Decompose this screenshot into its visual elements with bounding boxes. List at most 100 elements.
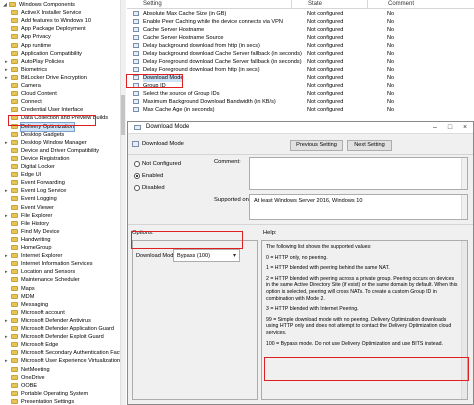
tree-item[interactable]: Internet Information Services <box>0 260 126 268</box>
tree-item[interactable]: Maps <box>0 285 126 293</box>
tree-item[interactable]: OneDrive <box>0 374 126 382</box>
setting-row[interactable]: Delay background download Cache Server f… <box>133 50 473 58</box>
expand-arrow-icon[interactable]: ▸ <box>5 188 8 194</box>
tree-item[interactable]: App Package Deployment <box>0 25 126 33</box>
download-mode-dropdown[interactable]: Bypass (100) ▾ <box>173 249 240 262</box>
chevron-down-icon[interactable]: ▾ <box>233 252 236 259</box>
setting-row[interactable]: Maximum Background Download Bandwidth (i… <box>133 98 473 106</box>
setting-row[interactable]: Cache Server Hostname Not configured No <box>133 26 473 34</box>
tree-item[interactable]: App runtime <box>0 42 126 50</box>
comment-scrollbar[interactable] <box>461 158 467 189</box>
radio-enabled[interactable] <box>134 173 140 179</box>
tree-item[interactable]: App Privacy <box>0 33 126 41</box>
setting-name: Cache Server Hostname <box>143 27 205 33</box>
setting-row[interactable]: Select the source of Group IDs Not config… <box>133 90 473 98</box>
previous-setting-button[interactable]: Previous Setting <box>290 140 343 151</box>
tree-item[interactable]: MDM <box>0 293 126 301</box>
tree-item[interactable]: Digital Locker <box>0 163 126 171</box>
tree-item[interactable]: Event Forwarding <box>0 179 126 187</box>
tree-item[interactable]: Application Compatibility <box>0 50 126 58</box>
radio-not-configured[interactable] <box>134 161 140 167</box>
tree-item[interactable]: Edge UI <box>0 171 126 179</box>
tree-item[interactable]: Event Viewer <box>0 204 126 212</box>
tree-item[interactable]: Maintenance Scheduler <box>0 276 126 284</box>
tree-item[interactable]: ◢ Windows Components <box>0 1 126 9</box>
expand-arrow-icon[interactable]: ▸ <box>5 318 8 324</box>
help-scrollbar[interactable] <box>461 241 467 399</box>
tree-item[interactable]: Microsoft Defender Application Guard <box>0 325 126 333</box>
tree-item[interactable]: Connect <box>0 98 126 106</box>
expand-arrow-icon[interactable]: ▸ <box>5 334 8 340</box>
tree-item[interactable]: Delivery Optimization <box>0 121 126 132</box>
tree-item[interactable]: Credential User Interface <box>0 106 126 114</box>
tree-item[interactable]: Data Collection and Preview Builds <box>0 114 126 122</box>
setting-row[interactable]: Max Cache Age (in seconds) Not configured… <box>133 106 473 114</box>
tree-item[interactable]: Desktop Gadgets <box>0 131 126 139</box>
expand-arrow-icon[interactable]: ▸ <box>5 59 8 65</box>
comment-textarea[interactable] <box>249 157 468 190</box>
tree-item-label: File History <box>21 220 49 227</box>
tree-item[interactable]: Add features to Windows 10 <box>0 17 126 25</box>
expand-arrow-icon[interactable]: ▸ <box>5 269 8 275</box>
tree-item[interactable]: Device Registration <box>0 155 126 163</box>
supported-scrollbar[interactable] <box>461 195 467 219</box>
expand-arrow-icon[interactable]: ▸ <box>5 75 8 81</box>
tree-item[interactable]: ActiveX Installer Service <box>0 9 126 17</box>
column-header-comment[interactable]: Comment <box>367 0 474 9</box>
tree-item[interactable]: Microsoft account <box>0 309 126 317</box>
expand-arrow-icon[interactable]: ▸ <box>5 213 8 219</box>
tree-item[interactable]: Event Logging <box>0 195 126 203</box>
tree-item[interactable]: ▸ Microsoft Defender Exploit Guard <box>0 333 126 341</box>
policy-icon <box>133 51 139 56</box>
tree-item[interactable]: Find My Device <box>0 228 126 236</box>
close-icon[interactable]: × <box>458 123 472 132</box>
setting-row[interactable]: Enable Peer Caching while the device con… <box>133 18 473 26</box>
tree-item[interactable]: Messaging <box>0 301 126 309</box>
tree-scrollbar-thumb[interactable] <box>121 95 125 135</box>
setting-row[interactable]: Absolute Max Cache Size (in GB) Not confi… <box>133 10 473 18</box>
tree-item[interactable]: ▸ Microsoft Defender Antivirus <box>0 317 126 325</box>
setting-row[interactable]: Download Mode Not configured No <box>133 74 473 82</box>
tree-item[interactable]: HomeGroup <box>0 244 126 252</box>
expand-arrow-icon[interactable]: ▸ <box>5 253 8 259</box>
tree-item[interactable]: Device and Driver Compatibility <box>0 147 126 155</box>
tree-item[interactable]: Camera <box>0 82 126 90</box>
tree-item[interactable]: ▸ Desktop Window Manager <box>0 139 126 147</box>
tree-item[interactable]: ▸ AutoPlay Policies <box>0 58 126 66</box>
tree-item[interactable]: Presentation Settings <box>0 398 126 405</box>
column-header-state[interactable]: State <box>291 0 367 9</box>
tree-item[interactable]: ▸ File Explorer <box>0 212 126 220</box>
minimize-icon[interactable]: – <box>428 123 442 132</box>
radio-disabled[interactable] <box>134 185 140 191</box>
tree-item[interactable]: ▸ Event Log Service <box>0 187 126 195</box>
tree-item-label: Application Compatibility <box>21 50 82 57</box>
column-header-setting[interactable]: Setting <box>127 0 291 9</box>
setting-row[interactable]: Delay Foreground download Cache Server f… <box>133 58 473 66</box>
setting-row[interactable]: Group ID Not configured No <box>133 82 473 90</box>
tree-item-label: App Privacy <box>21 34 51 41</box>
tree-item[interactable]: ▸ Biometrics <box>0 66 126 74</box>
tree-item[interactable]: Cloud Content <box>0 90 126 98</box>
expand-arrow-icon[interactable]: ▸ <box>5 140 8 146</box>
tree-item[interactable]: Handwriting <box>0 236 126 244</box>
tree-item[interactable]: File History <box>0 220 126 228</box>
tree-item[interactable]: ▸ Microsoft User Experience Virtualizatio… <box>0 357 126 365</box>
tree-item[interactable]: Microsoft Edge <box>0 341 126 349</box>
setting-row[interactable]: Delay Foreground download from http (in … <box>133 66 473 74</box>
expand-arrow-icon[interactable]: ▸ <box>5 67 8 73</box>
tree-item[interactable]: NetMeeting <box>0 366 126 374</box>
tree-item[interactable]: Microsoft Secondary Authentication Facto <box>0 349 126 357</box>
maximize-icon[interactable]: □ <box>443 123 457 132</box>
tree-item[interactable]: ▸ Location and Sensors <box>0 268 126 276</box>
tree-item[interactable]: OOBE <box>0 382 126 390</box>
tree-item[interactable]: ▸ BitLocker Drive Encryption <box>0 74 126 82</box>
tree-scrollbar[interactable] <box>120 0 126 405</box>
expand-arrow-icon[interactable]: ◢ <box>3 2 7 8</box>
setting-row[interactable]: Cache Server Hostname Source Not configur… <box>133 34 473 42</box>
tree-item[interactable]: Portable Operating System <box>0 390 126 398</box>
expand-arrow-icon[interactable]: ▸ <box>5 358 8 364</box>
setting-row[interactable]: Delay background download from http (in … <box>133 42 473 50</box>
tree-item[interactable]: ▸ Internet Explorer <box>0 252 126 260</box>
folder-icon <box>11 317 18 323</box>
next-setting-button[interactable]: Next Setting <box>347 140 392 151</box>
